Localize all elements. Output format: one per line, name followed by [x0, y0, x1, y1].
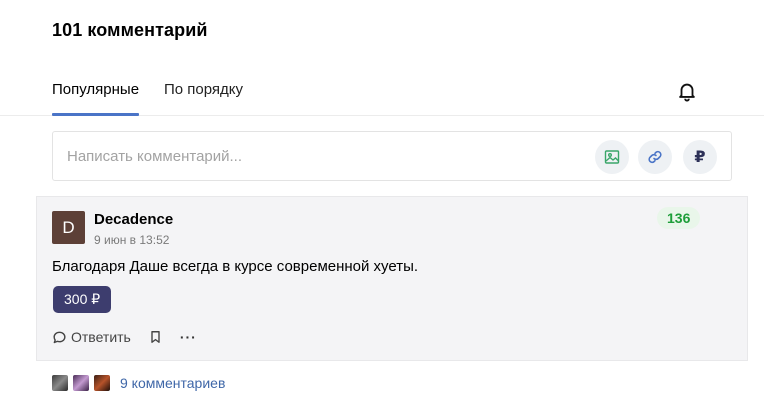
- comment-input[interactable]: [67, 145, 587, 167]
- more-button[interactable]: ···: [180, 330, 197, 344]
- donation-badge[interactable]: 300 ₽: [53, 286, 112, 313]
- reply-label: Ответить: [71, 329, 131, 345]
- bookmark-icon: [151, 331, 160, 343]
- reply-button[interactable]: Ответить: [52, 329, 131, 345]
- bookmark-button[interactable]: [149, 330, 162, 344]
- replies-link[interactable]: 9 комментариев: [120, 375, 225, 391]
- avatar: [52, 375, 68, 391]
- comment-rating[interactable]: 136: [657, 207, 701, 229]
- comment-date[interactable]: 9 июн в 13:52: [94, 233, 169, 247]
- image-icon: [604, 150, 620, 164]
- tab-popular[interactable]: Популярные: [52, 81, 140, 116]
- avatar[interactable]: D: [52, 211, 85, 244]
- link-icon: [648, 150, 662, 164]
- comment-composer: ₽: [52, 131, 732, 181]
- comment-author[interactable]: Decadence: [94, 211, 173, 228]
- replies-thread: 9 комментариев: [52, 375, 225, 391]
- attach-link-button[interactable]: [638, 140, 672, 174]
- comment-text: Благодаря Даше всегда в курсе современно…: [52, 258, 419, 275]
- attach-image-button[interactable]: [595, 140, 629, 174]
- comments-tabs: Популярные По порядку: [0, 72, 764, 116]
- avatar: [94, 375, 110, 391]
- tab-by-order[interactable]: По порядку: [164, 81, 243, 98]
- comments-count-title: 101 комментарий: [52, 20, 208, 40]
- comment-card: D Decadence 9 июн в 13:52 136 Благодаря …: [36, 196, 748, 361]
- donate-button[interactable]: ₽: [683, 140, 717, 174]
- avatar: [73, 375, 89, 391]
- speech-bubble-icon: [53, 331, 66, 343]
- bell-icon[interactable]: [676, 80, 698, 102]
- comment-actions: Ответить ···: [52, 328, 197, 346]
